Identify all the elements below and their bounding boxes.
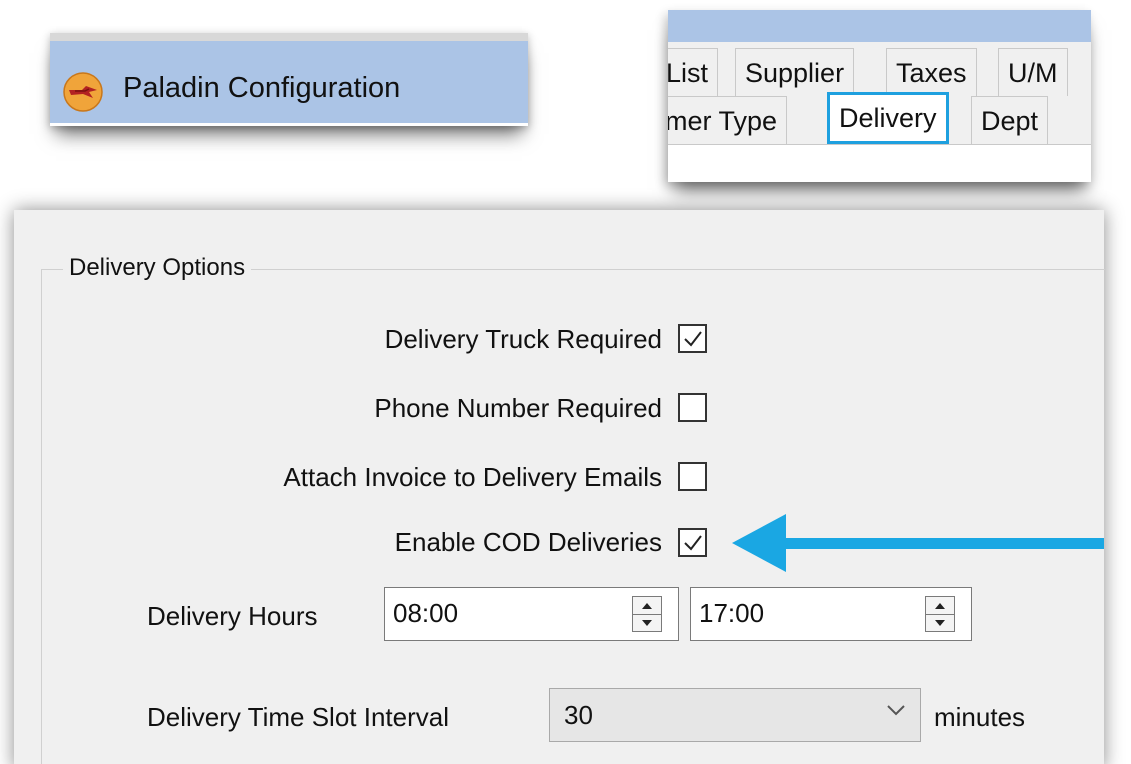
start-time-spinner[interactable] bbox=[632, 596, 662, 632]
tabs-crop: List Supplier Taxes U/M mer Type Deliver… bbox=[668, 10, 1091, 182]
window-title-strip bbox=[668, 10, 1091, 42]
tab-label: Delivery bbox=[839, 103, 937, 133]
option-label-attach-invoice: Attach Invoice to Delivery Emails bbox=[283, 462, 662, 492]
callout-arrow-icon bbox=[732, 514, 1104, 572]
checkbox-delivery-truck-required[interactable] bbox=[678, 324, 707, 353]
option-label-delivery-truck: Delivery Truck Required bbox=[384, 324, 662, 354]
title-bar-crop: Paladin Configuration bbox=[50, 33, 528, 126]
delivery-hours-start-input[interactable]: 08:00 bbox=[384, 587, 679, 641]
group-title: Delivery Options bbox=[63, 253, 252, 283]
tab-label: mer Type bbox=[668, 105, 778, 136]
delivery-options-crop: Delivery Options Delivery Truck Required… bbox=[14, 210, 1105, 764]
tab-label: Supplier bbox=[745, 57, 845, 88]
spin-up-icon[interactable] bbox=[926, 597, 954, 615]
paladin-logo-icon bbox=[63, 72, 103, 112]
option-label-enable-cod: Enable COD Deliveries bbox=[394, 527, 662, 557]
spin-down-icon[interactable] bbox=[926, 614, 954, 631]
tab-label: List bbox=[668, 57, 709, 88]
start-time-value: 08:00 bbox=[393, 598, 459, 628]
delivery-hours-label: Delivery Hours bbox=[147, 601, 318, 631]
spin-up-icon[interactable] bbox=[633, 597, 661, 615]
title-bar: Paladin Configuration bbox=[50, 41, 528, 123]
checkbox-attach-invoice[interactable] bbox=[678, 462, 707, 491]
time-slot-interval-dropdown[interactable]: 30 bbox=[549, 688, 921, 742]
checkbox-phone-number-required[interactable] bbox=[678, 393, 707, 422]
tab-label: Taxes bbox=[896, 57, 967, 88]
app-title: Paladin Configuration bbox=[123, 72, 401, 104]
tab-content-edge bbox=[668, 144, 1091, 182]
title-bar-top-edge bbox=[50, 33, 528, 41]
tab-delivery[interactable]: Delivery bbox=[827, 92, 949, 144]
time-slot-unit: minutes bbox=[934, 702, 1026, 732]
option-label-phone-number: Phone Number Required bbox=[374, 393, 662, 423]
time-slot-label: Delivery Time Slot Interval bbox=[147, 702, 449, 732]
delivery-hours-end-input[interactable]: 17:00 bbox=[690, 587, 972, 641]
tab-taxes[interactable]: Taxes bbox=[886, 48, 977, 96]
time-slot-value: 30 bbox=[564, 700, 593, 730]
checkmark-icon bbox=[684, 331, 702, 347]
checkmark-icon bbox=[684, 535, 702, 551]
tab-customer-type[interactable]: mer Type bbox=[668, 96, 788, 144]
tab-supplier[interactable]: Supplier bbox=[735, 48, 855, 96]
tab-label: Dept bbox=[981, 105, 1039, 136]
chevron-down-icon bbox=[887, 705, 905, 716]
tab-dept[interactable]: Dept bbox=[971, 96, 1049, 144]
tab-label: U/M bbox=[1008, 57, 1058, 88]
tab-um[interactable]: U/M bbox=[998, 48, 1068, 96]
checkbox-enable-cod-deliveries[interactable] bbox=[678, 528, 707, 557]
tab-list[interactable]: List bbox=[668, 48, 719, 96]
end-time-value: 17:00 bbox=[699, 598, 765, 628]
screenshot-collage: Paladin Configuration List Supplier Taxe… bbox=[0, 0, 1131, 764]
spin-down-icon[interactable] bbox=[633, 614, 661, 631]
end-time-spinner[interactable] bbox=[925, 596, 955, 632]
